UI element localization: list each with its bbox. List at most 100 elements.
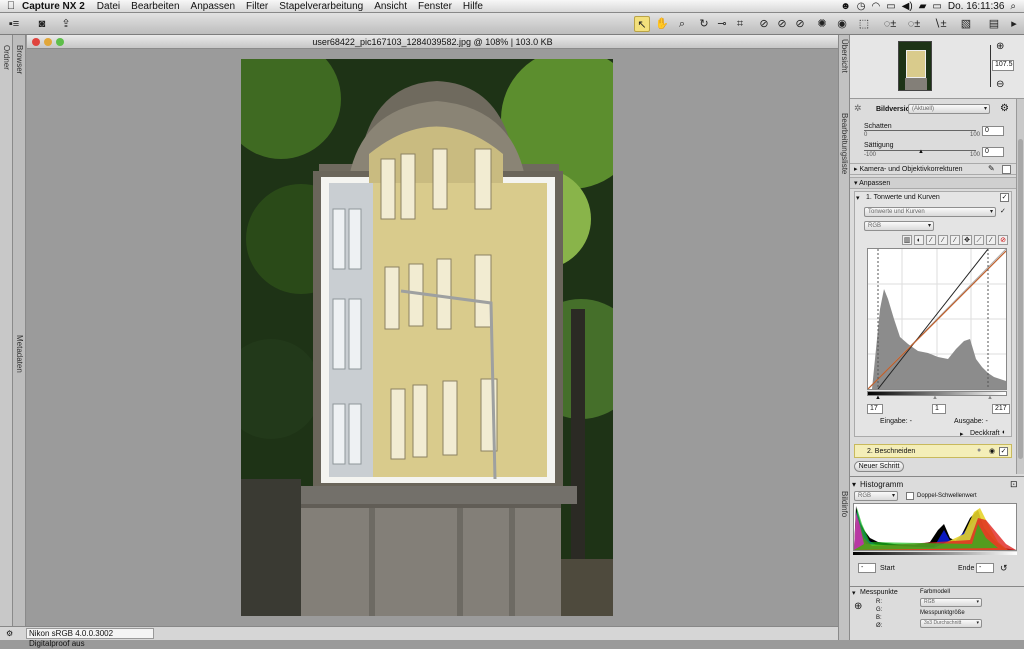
messpunkte-arrow-icon[interactable]: ▾ xyxy=(852,589,856,597)
linear-curve-icon[interactable]: ⟋ xyxy=(974,235,984,245)
rotate-icon[interactable]: ↻ xyxy=(696,16,712,32)
black-point-field[interactable]: 17 xyxy=(867,404,883,414)
step2-target-icon[interactable]: ◉ xyxy=(989,447,995,455)
ende-field[interactable]: - xyxy=(976,563,994,573)
direct-select-icon[interactable]: ↖ xyxy=(634,16,650,32)
mid-point-slider[interactable]: ▲ xyxy=(932,395,938,401)
color-profile-field[interactable]: Nikon sRGB 4.0.0.3002 Digitalproof aus xyxy=(26,628,154,648)
menu-ansicht[interactable]: Ansicht xyxy=(374,1,407,12)
kamera-checkbox[interactable] xyxy=(1002,165,1011,174)
spotlight-icon[interactable]: ⌕ xyxy=(1010,1,1016,12)
schatten-field[interactable]: 0 xyxy=(982,126,1004,136)
menu-datei[interactable]: Datei xyxy=(97,1,120,12)
gradient-icon[interactable]: ▤ xyxy=(986,16,1002,32)
black-point-icon[interactable]: ⊘ xyxy=(756,16,772,32)
reset-icon[interactable]: ⊘ xyxy=(998,235,1008,245)
deckkraft-icon[interactable]: ◐ xyxy=(1002,429,1006,436)
anchor-tool-icon[interactable]: ✥ xyxy=(962,235,972,245)
step1-check-icon[interactable]: ✓ xyxy=(1000,207,1006,215)
histogram-tool-icon[interactable]: ▥ xyxy=(902,235,912,245)
zoom-out-icon[interactable]: ⊖ xyxy=(996,79,1004,90)
menu-filter[interactable]: Filter xyxy=(246,1,268,12)
black-eyedropper-icon[interactable]: ⁄ xyxy=(926,235,936,245)
farbmodell-dropdown[interactable]: RGB xyxy=(920,598,982,607)
auto-retouch-icon[interactable]: ◉ xyxy=(834,16,850,32)
zoom-slider-track[interactable] xyxy=(990,45,991,87)
brush-icon[interactable]: ∖± xyxy=(932,16,948,32)
scroll-thumb[interactable] xyxy=(1018,139,1023,459)
neutral-point-icon[interactable]: ⊘ xyxy=(792,16,808,32)
apple-icon[interactable]:  xyxy=(0,0,22,12)
zoom-button[interactable] xyxy=(56,38,64,46)
zoom-icon[interactable]: ⌕ xyxy=(674,16,690,32)
histogram-reset-icon[interactable]: ↺ xyxy=(1000,563,1008,574)
wifi-icon[interactable]: ◠ xyxy=(871,1,880,12)
metadaten-label[interactable]: Metadaten xyxy=(15,335,24,373)
red-eye-icon[interactable]: ✺ xyxy=(814,16,830,32)
gray-eyedropper-icon[interactable]: ⁄ xyxy=(938,235,948,245)
saettigung-field[interactable]: 0 xyxy=(982,147,1004,157)
pen-tool-icon[interactable]: ⁄ xyxy=(986,235,996,245)
saettigung-thumb[interactable]: ▲ xyxy=(918,149,924,155)
messpunkt-add-icon[interactable]: ⊕ xyxy=(854,601,862,612)
doppel-checkbox[interactable] xyxy=(906,492,914,500)
fill-icon[interactable]: ▧ xyxy=(958,16,974,32)
output-icon[interactable]: ⇪ xyxy=(58,16,74,32)
white-point-icon[interactable]: ⊘ xyxy=(774,16,790,32)
status-icon-1[interactable]: ☻ xyxy=(840,1,851,12)
straighten-icon[interactable]: ⊸ xyxy=(714,16,730,32)
menu-hilfe[interactable]: Hilfe xyxy=(463,1,483,12)
camera-icon[interactable]: ◙ xyxy=(34,16,50,32)
mid-point-field[interactable]: 1 xyxy=(932,404,946,414)
white-point-field[interactable]: 217 xyxy=(992,404,1010,414)
menu-fenster[interactable]: Fenster xyxy=(418,1,452,12)
volume-icon[interactable]: ◀) xyxy=(902,1,913,12)
menu-stapelverarbeitung[interactable]: Stapelverarbeitung xyxy=(279,1,363,12)
zoom-in-icon[interactable]: ⊕ xyxy=(996,41,1004,52)
histogram-graph[interactable] xyxy=(853,503,1017,551)
control-point-icon[interactable]: ⬚ xyxy=(856,16,872,32)
close-button[interactable] xyxy=(32,38,40,46)
black-point-slider[interactable]: ▲ xyxy=(875,395,881,401)
anpassen-section-header[interactable]: ▾ Anpassen xyxy=(850,177,1016,189)
workspace-icon[interactable]: ▪≡ xyxy=(6,16,22,32)
bearbeitungsliste-tab[interactable]: Bearbeitungsliste xyxy=(840,113,849,174)
airplay-icon[interactable]: ▭ xyxy=(886,1,895,12)
uebersicht-tab[interactable]: Übersicht xyxy=(840,39,849,73)
bildinfo-tab[interactable]: Bildinfo xyxy=(840,491,849,517)
crop-icon[interactable]: ⌗ xyxy=(732,16,748,32)
hand-icon[interactable]: ✋ xyxy=(654,16,670,32)
groesse-dropdown[interactable]: 3x3 Durchschnitt xyxy=(920,619,982,628)
white-point-slider[interactable]: ▲ xyxy=(987,395,993,401)
deckkraft-arrow-icon[interactable]: ▸ xyxy=(960,430,964,438)
settings-icon[interactable]: ⚙ xyxy=(6,627,13,640)
pencil-icon[interactable]: ✎ xyxy=(988,164,995,173)
flag-icon[interactable]: ▰ xyxy=(919,1,927,12)
version-settings-icon[interactable]: ⚙ xyxy=(1000,103,1009,114)
bildversion-dropdown[interactable]: (Aktuell) xyxy=(908,104,990,114)
step1-checkbox[interactable]: ✓ xyxy=(1000,193,1009,202)
toolbar-more-icon[interactable]: ▸ xyxy=(1006,16,1022,32)
curve-graph[interactable] xyxy=(867,248,1007,390)
step2-radio-icon[interactable]: ● xyxy=(977,447,981,454)
edit-list-scrollbar[interactable] xyxy=(1016,99,1024,474)
minimize-button[interactable] xyxy=(44,38,52,46)
zoom-field[interactable]: 107.5 xyxy=(992,60,1014,71)
contrast-tool-icon[interactable]: ◐ xyxy=(914,235,924,245)
step1-arrow-icon[interactable]: ▾ xyxy=(856,194,860,202)
app-menu[interactable]: Capture NX 2 xyxy=(22,1,85,12)
step1-dropdown[interactable]: Tonwerte und Kurven xyxy=(864,207,996,217)
schatten-slider[interactable] xyxy=(864,130,976,131)
white-eyedropper-icon[interactable]: ⁄ xyxy=(950,235,960,245)
histogram-arrow-icon[interactable]: ▾ xyxy=(852,480,856,489)
ordner-panel-tab[interactable]: Ordner xyxy=(0,35,13,628)
step2-checkbox[interactable]: ✓ xyxy=(999,447,1008,456)
channel-dropdown[interactable]: RGB xyxy=(864,221,934,231)
start-field[interactable]: - xyxy=(858,563,876,573)
battery-icon[interactable]: ▭ xyxy=(932,1,941,12)
photo-canvas[interactable] xyxy=(241,59,613,616)
step2-row[interactable]: 2. Beschneiden ● ◉ ✓ xyxy=(854,444,1012,458)
timemachine-icon[interactable]: ◷ xyxy=(857,1,866,12)
histogram-channel-dropdown[interactable]: RGB xyxy=(854,491,898,501)
browser-panel-tab[interactable]: Browser Metadaten xyxy=(13,35,26,628)
